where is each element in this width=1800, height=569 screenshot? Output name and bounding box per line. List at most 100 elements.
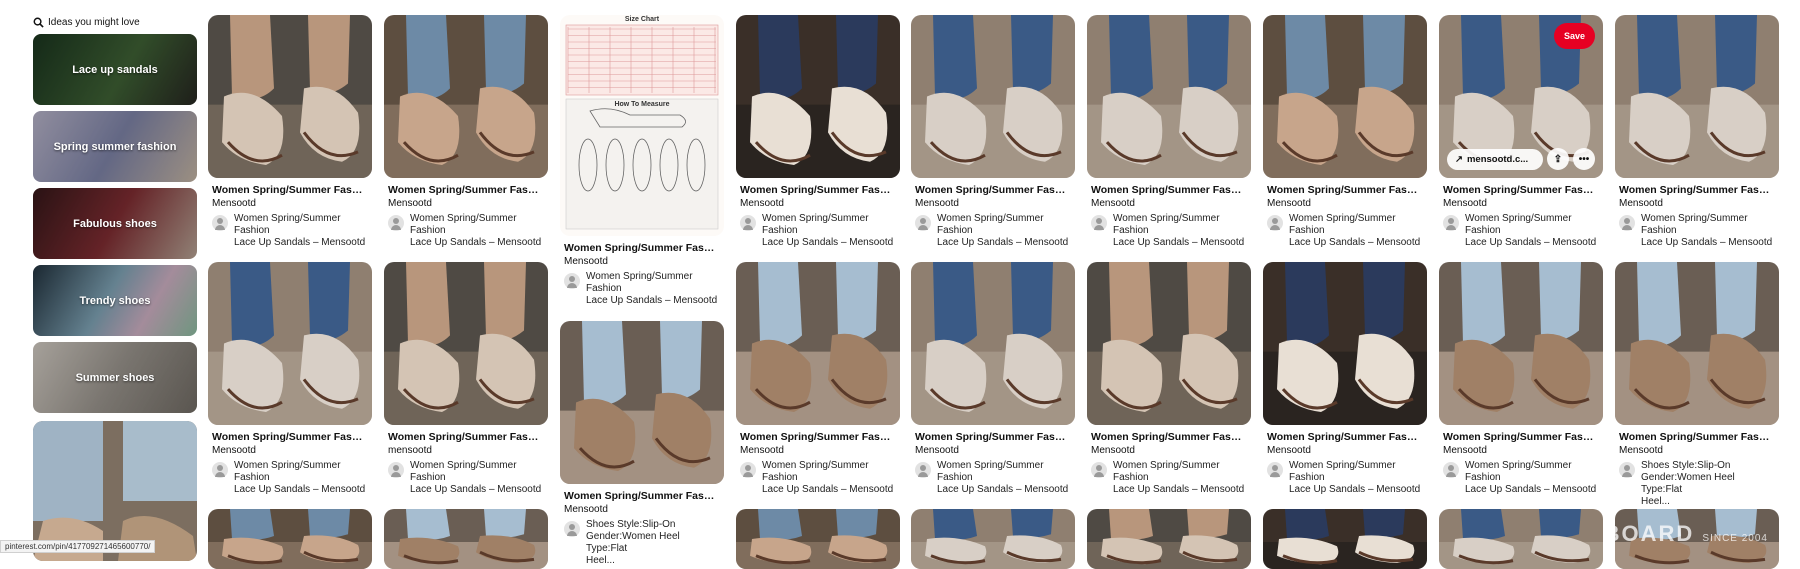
pin-meta: Women Spring/Summer Fashion Lace Up Sanda…	[212, 460, 372, 496]
idea-tile-label: Trendy shoes	[79, 294, 151, 307]
idea-tile-trendy-shoes[interactable]: Trendy shoes	[33, 265, 197, 336]
pin-card[interactable]	[1263, 509, 1427, 569]
pin-image[interactable]	[208, 15, 372, 178]
pin-card[interactable]	[1439, 509, 1603, 569]
sandal-photo	[1263, 509, 1427, 569]
sandal-photo	[1615, 262, 1779, 425]
pin-card[interactable]: Women Spring/Summer Fashion... Mensootd Wo…	[911, 15, 1075, 249]
pin-title[interactable]: Women Spring/Summer Fashion...	[1267, 184, 1423, 196]
pin-card[interactable]: Women Spring/Summer Fashion... Mensootd Sh…	[1615, 262, 1779, 508]
pin-image[interactable]	[208, 262, 372, 425]
source-link-label: mensootd.c...	[1466, 153, 1529, 165]
pin-source: Mensootd	[1091, 445, 1135, 456]
pin-card[interactable]	[384, 509, 548, 569]
pin-image[interactable]	[1439, 262, 1603, 425]
pin-card[interactable]: Women Spring/Summer Fashion... Mensootd Wo…	[1439, 262, 1603, 496]
idea-tile-spring-summer-fashion[interactable]: Spring summer fashion	[33, 111, 197, 182]
pin-card[interactable]: Women Spring/Summer Fashion... Mensootd Wo…	[1263, 262, 1427, 496]
pin-title[interactable]: Women Spring/Summer Fashion...	[740, 431, 896, 443]
pin-title[interactable]: Women Spring/Summer Fashion...	[212, 431, 368, 443]
pin-meta: Women Spring/Summer Fashion Lace Up Sanda…	[1091, 213, 1251, 249]
pin-image[interactable]	[911, 15, 1075, 178]
pin-title[interactable]: Women Spring/Summer Fashion...	[1091, 184, 1247, 196]
pin-image[interactable]	[1263, 15, 1427, 178]
pin-source: Mensootd	[1619, 445, 1663, 456]
pin-image[interactable]	[1263, 262, 1427, 425]
avatar	[1443, 215, 1459, 231]
pin-image[interactable]	[1087, 262, 1251, 425]
pin-source: Mensootd	[388, 198, 432, 209]
pin-meta: Shoes Style:Slip-On Gender:Women Heel Typ…	[1619, 460, 1779, 508]
pin-image[interactable]	[1439, 509, 1603, 569]
pin-image[interactable]	[736, 15, 900, 178]
pin-card[interactable]: Women Spring/Summer Fashion... Mensootd Wo…	[1087, 262, 1251, 496]
pin-card[interactable]	[1087, 509, 1251, 569]
pin-image[interactable]	[384, 509, 548, 569]
pin-title[interactable]: Women Spring/Summer Fashion...	[564, 242, 720, 254]
pin-source: Mensootd	[212, 198, 256, 209]
sandal-photo	[1263, 15, 1427, 178]
pin-image[interactable]	[1615, 262, 1779, 425]
pin-title[interactable]: Women Spring/Summer Fashion...	[1619, 184, 1775, 196]
pin-image[interactable]	[384, 15, 548, 178]
pin-image[interactable]	[1087, 15, 1251, 178]
pin-title[interactable]: Women Spring/Summer Fashion...	[1091, 431, 1247, 443]
pin-source: Mensootd	[564, 504, 608, 515]
pin-title[interactable]: Women Spring/Summer Fashion...	[212, 184, 368, 196]
pin-source: Mensootd	[212, 445, 256, 456]
pin-title[interactable]: Women Spring/Summer Fashion...	[740, 184, 896, 196]
pin-card[interactable]: Women Spring/Summer Fashion... Mensootd Sh…	[560, 321, 724, 567]
share-icon[interactable]: ⇪	[1547, 148, 1569, 170]
pin-image[interactable]	[736, 262, 900, 425]
pin-card[interactable]: Women Spring/Summer Fashion... Mensootd Wo…	[208, 262, 372, 496]
pin-card[interactable]: Size Chart How To Measure Women Spring/Sum…	[560, 15, 724, 307]
idea-tile-summer-shoes[interactable]: Summer shoes	[33, 342, 197, 413]
pin-image[interactable]	[560, 321, 724, 484]
status-bar-url: pinterest.com/pin/417709271465600770/	[0, 540, 156, 553]
pin-image[interactable]	[384, 262, 548, 425]
pin-card[interactable]: Women Spring/Summer Fashion... Mensootd Wo…	[911, 262, 1075, 496]
pin-card[interactable]: Women Spring/Summer Fashion... Mensootd Wo…	[1263, 15, 1427, 249]
pin-card[interactable]: Women Spring/Summer Fashion... mensootd Wo…	[384, 262, 548, 496]
pin-card[interactable]: Women Spring/Summer Fashion... Mensootd Wo…	[736, 15, 900, 249]
pin-card[interactable]	[736, 509, 900, 569]
pin-title[interactable]: Women Spring/Summer Fashion...	[388, 431, 544, 443]
pin-image[interactable]	[208, 509, 372, 569]
pin-card[interactable]: Women Spring/Summer Fashion... Mensootd Wo…	[384, 15, 548, 249]
idea-tile-label: Spring summer fashion	[53, 140, 177, 153]
idea-tile-lace-up-sandals[interactable]: Lace up sandals	[33, 34, 197, 105]
pin-card[interactable]: Save ↗ mensootd.c... ⇪ ••• Women Spring/Sum…	[1439, 15, 1603, 249]
avatar	[740, 215, 756, 231]
source-link-button[interactable]: ↗ mensootd.c...	[1447, 148, 1543, 170]
pin-image[interactable]	[1087, 509, 1251, 569]
pin-image[interactable]	[1615, 15, 1779, 178]
more-icon[interactable]: •••	[1573, 148, 1595, 170]
pin-title[interactable]: Women Spring/Summer Fashion...	[1619, 431, 1775, 443]
pin-image[interactable]	[736, 509, 900, 569]
pin-card[interactable]: Women Spring/Summer Fashion... Mensootd Wo…	[208, 15, 372, 249]
pin-description: Women Spring/Summer Fashion Lace Up Sanda…	[937, 460, 1069, 495]
pin-title[interactable]: Women Spring/Summer Fashion...	[1443, 184, 1599, 196]
pin-title[interactable]: Women Spring/Summer Fashion...	[915, 184, 1071, 196]
pin-card[interactable]	[208, 509, 372, 569]
pin-card[interactable]: Women Spring/Summer Fashion... Mensootd Wo…	[736, 262, 900, 496]
pin-image[interactable]	[911, 509, 1075, 569]
pin-title[interactable]: Women Spring/Summer Fashion...	[915, 431, 1071, 443]
pin-image[interactable]	[1263, 509, 1427, 569]
save-button[interactable]: Save	[1553, 23, 1595, 49]
pin-card[interactable]: Women Spring/Summer Fashion... Mensootd Wo…	[1087, 15, 1251, 249]
pin-card[interactable]	[911, 509, 1075, 569]
pin-title[interactable]: Women Spring/Summer Fashion...	[1443, 431, 1599, 443]
pin-image[interactable]: Size Chart How To Measure	[560, 15, 724, 236]
pin-description: Women Spring/Summer Fashion Lace Up Sanda…	[234, 460, 366, 495]
avatar	[388, 462, 404, 478]
pin-title[interactable]: Women Spring/Summer Fashion...	[1267, 431, 1423, 443]
idea-tile-fabulous-shoes[interactable]: Fabulous shoes	[33, 188, 197, 259]
pin-card[interactable]: Women Spring/Summer Fashion... Mensootd Wo…	[1615, 15, 1779, 249]
pin-image[interactable]	[911, 262, 1075, 425]
avatar	[564, 521, 580, 537]
pin-image[interactable]: Save ↗ mensootd.c... ⇪ •••	[1439, 15, 1603, 178]
pin-title[interactable]: Women Spring/Summer Fashion...	[388, 184, 544, 196]
pin-title[interactable]: Women Spring/Summer Fashion...	[564, 490, 720, 502]
avatar	[1267, 215, 1283, 231]
